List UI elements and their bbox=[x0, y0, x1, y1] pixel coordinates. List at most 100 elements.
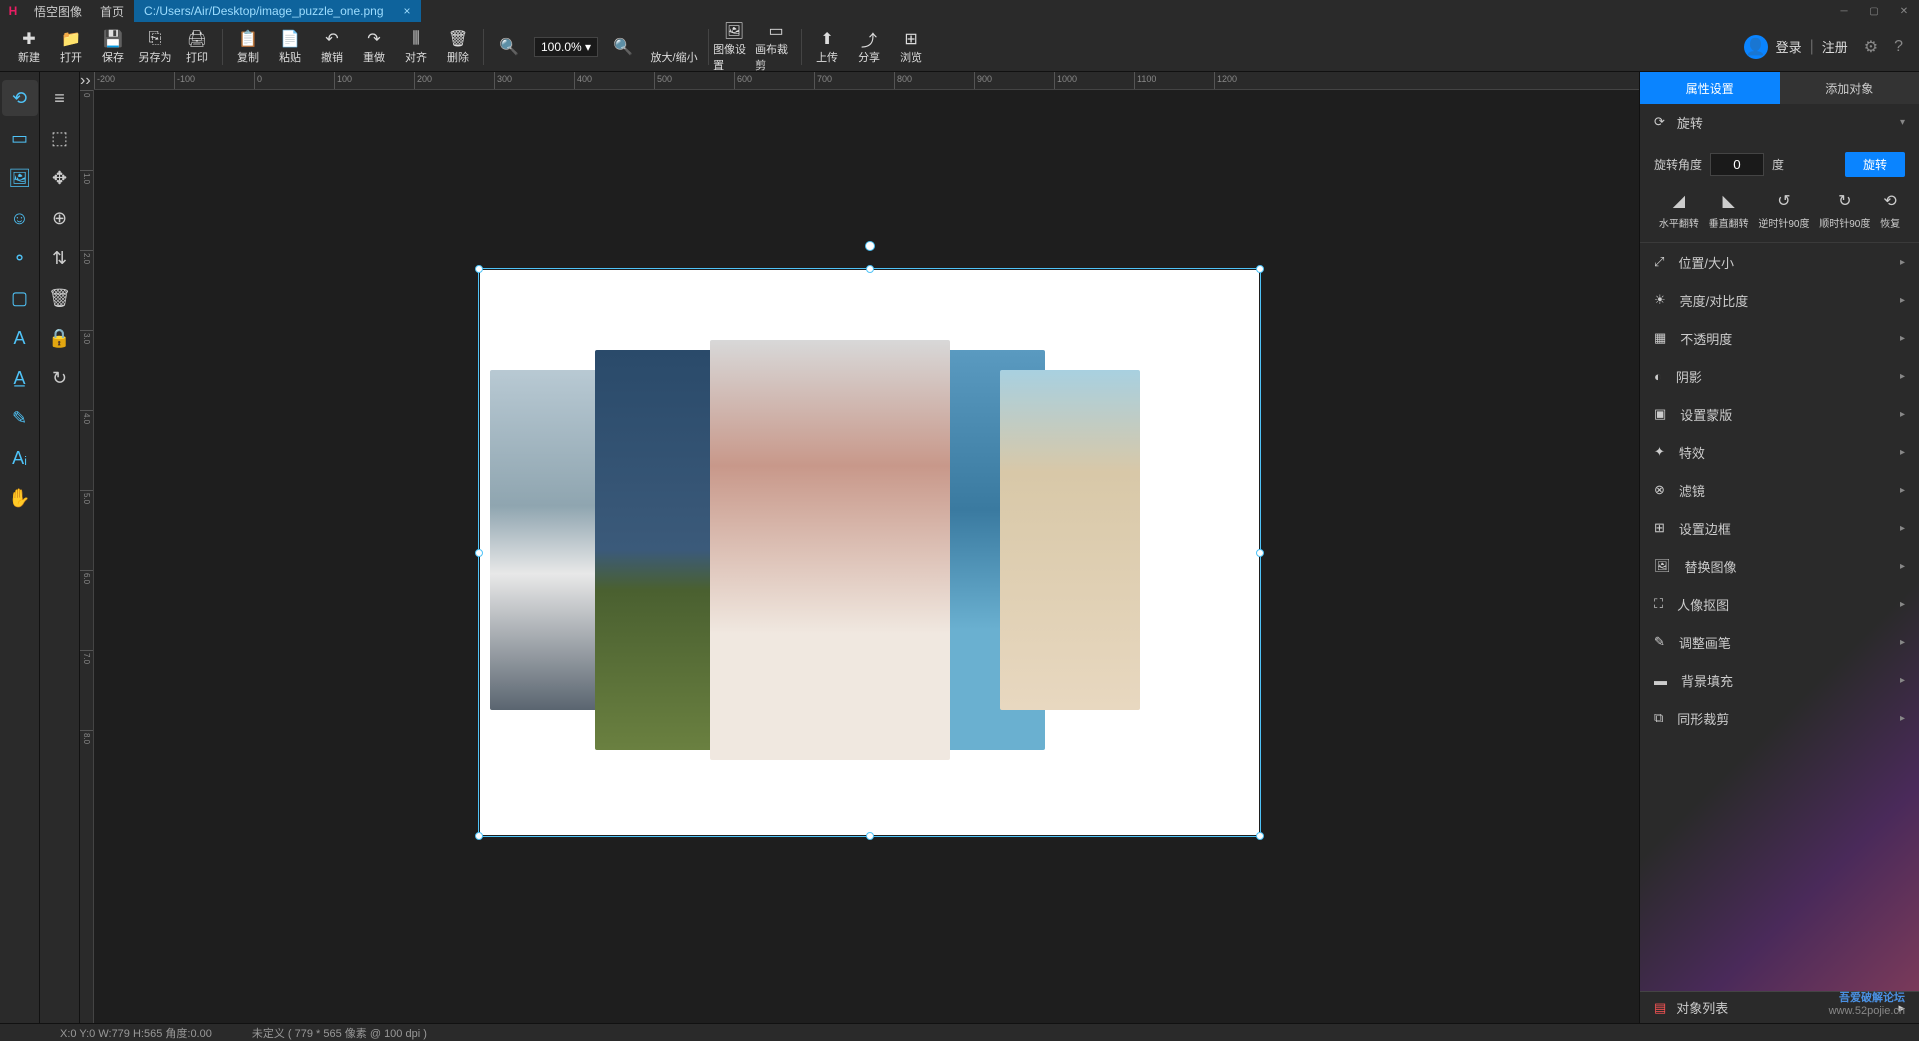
layer-tool-4[interactable]: ⇅ bbox=[42, 240, 78, 276]
register-link[interactable]: 注册 bbox=[1822, 37, 1848, 56]
tool-9[interactable]: Aᵢ bbox=[2, 440, 38, 476]
toolbar-icon: ↶ bbox=[325, 29, 338, 49]
tab-properties[interactable]: 属性设置 bbox=[1640, 72, 1780, 104]
collage-image-5[interactable] bbox=[1000, 370, 1140, 710]
angle-input[interactable] bbox=[1710, 153, 1764, 176]
tab-close-icon[interactable]: × bbox=[404, 4, 411, 18]
avatar-icon[interactable]: 👤 bbox=[1744, 35, 1768, 59]
toolbar-图像设置[interactable]: 🖼图像设置 bbox=[713, 23, 755, 71]
toolbar-分享[interactable]: ⤴分享 bbox=[848, 23, 890, 71]
handle-s[interactable] bbox=[866, 832, 874, 840]
layer-tool-3[interactable]: ⊕ bbox=[42, 200, 78, 236]
tool-1[interactable]: ▭ bbox=[2, 120, 38, 156]
rotate-action-icon: ◢ bbox=[1673, 191, 1685, 211]
toolbar-重做[interactable]: ↷重做 bbox=[353, 23, 395, 71]
layer-tool-6[interactable]: 🔒 bbox=[42, 320, 78, 356]
rotate-action-逆时针90度[interactable]: ↺逆时针90度 bbox=[1758, 191, 1809, 230]
layer-tool-1[interactable]: ⬚ bbox=[42, 120, 78, 156]
rotate-action-垂直翻转[interactable]: ◣垂直翻转 bbox=[1709, 191, 1749, 230]
rotate-action-顺时针90度[interactable]: ↻顺时针90度 bbox=[1819, 191, 1870, 230]
artboard[interactable] bbox=[480, 270, 1259, 835]
window-close-icon[interactable]: ✕ bbox=[1889, 0, 1919, 22]
toolbar-保存[interactable]: 💾保存 bbox=[92, 23, 134, 71]
property-滤镜[interactable]: ⊗滤镜▸ bbox=[1640, 471, 1919, 509]
layer-tool-5[interactable]: 🗑 bbox=[42, 280, 78, 316]
property-label: 背景填充 bbox=[1681, 671, 1733, 690]
tool-7[interactable]: A̲ bbox=[2, 360, 38, 396]
tool-4[interactable]: ⚬ bbox=[2, 240, 38, 276]
image-collage[interactable] bbox=[490, 340, 1249, 765]
handle-sw[interactable] bbox=[475, 832, 483, 840]
property-位置/大小[interactable]: ⤢位置/大小▸ bbox=[1640, 243, 1919, 281]
zoom-input[interactable]: 100.0% ▾ bbox=[534, 37, 598, 57]
collage-image-1[interactable] bbox=[490, 370, 610, 710]
tab-add-object[interactable]: 添加对象 bbox=[1780, 72, 1919, 104]
rotate-handle[interactable] bbox=[865, 241, 875, 251]
toolbar-另存为[interactable]: ⎘另存为 bbox=[134, 23, 176, 71]
login-link[interactable]: 登录 bbox=[1776, 37, 1802, 56]
handle-ne[interactable] bbox=[1256, 265, 1264, 273]
handle-se[interactable] bbox=[1256, 832, 1264, 840]
property-设置边框[interactable]: ⊞设置边框▸ bbox=[1640, 509, 1919, 547]
tool-5[interactable]: ▢ bbox=[2, 280, 38, 316]
rotate-action-icon: ↻ bbox=[1838, 191, 1851, 211]
property-亮度/对比度[interactable]: ☀亮度/对比度▸ bbox=[1640, 281, 1919, 319]
ruler-tick: 6.0 bbox=[80, 570, 93, 650]
ruler-corner: ›› bbox=[80, 72, 94, 90]
rotate-action-icon: ◣ bbox=[1722, 191, 1734, 211]
tool-3[interactable]: ☺ bbox=[2, 200, 38, 236]
rotate-button[interactable]: 旋转 bbox=[1845, 152, 1905, 177]
property-不透明度[interactable]: ▦不透明度▸ bbox=[1640, 319, 1919, 357]
window-maximize-icon[interactable]: ▢ bbox=[1859, 0, 1889, 22]
layer-tool-2[interactable]: ✥ bbox=[42, 160, 78, 196]
tool-0[interactable]: ⟲ bbox=[2, 80, 38, 116]
handle-n[interactable] bbox=[866, 265, 874, 273]
layer-tool-7[interactable]: ↻ bbox=[42, 360, 78, 396]
toolbar-上传[interactable]: ⬆上传 bbox=[806, 23, 848, 71]
toolbar-放大/缩小[interactable]: 放大/缩小 bbox=[644, 23, 704, 71]
toolbar-label: 重做 bbox=[363, 49, 385, 65]
gear-icon[interactable]: ⚙ bbox=[1864, 37, 1878, 57]
tab-file[interactable]: C:/Users/Air/Desktop/image_puzzle_one.pn… bbox=[134, 0, 420, 22]
property-同形裁剪[interactable]: ⧉同形裁剪▸ bbox=[1640, 699, 1919, 737]
toolbar-打开[interactable]: 📁打开 bbox=[50, 23, 92, 71]
property-label: 位置/大小 bbox=[1678, 253, 1734, 272]
toolbar-画布裁剪[interactable]: ▭画布裁剪 bbox=[755, 23, 797, 71]
tool-8[interactable]: ✎ bbox=[2, 400, 38, 436]
tab-home[interactable]: 首页 bbox=[90, 3, 134, 20]
toolbar-浏览[interactable]: ⊞浏览 bbox=[890, 23, 932, 71]
property-背景填充[interactable]: ▬背景填充▸ bbox=[1640, 661, 1919, 699]
toolbar-删除[interactable]: 🗑删除 bbox=[437, 23, 479, 71]
canvas-area[interactable]: ›› -200-10001002003004005006007008009001… bbox=[80, 72, 1639, 1023]
property-替换图像[interactable]: 🖼替换图像▸ bbox=[1640, 547, 1919, 585]
property-调整画笔[interactable]: ✎调整画笔▸ bbox=[1640, 623, 1919, 661]
zoom-out-icon[interactable]: 🔍 bbox=[488, 23, 530, 71]
ruler-horizontal: -200-10001002003004005006007008009001000… bbox=[94, 72, 1639, 90]
zoom-in-icon[interactable]: 🔍 bbox=[602, 23, 644, 71]
property-特效[interactable]: ✦特效▸ bbox=[1640, 433, 1919, 471]
tool-2[interactable]: 🖼 bbox=[2, 160, 38, 196]
rotate-action-icon: ↺ bbox=[1777, 191, 1790, 211]
handle-e[interactable] bbox=[1256, 549, 1264, 557]
rotate-action-恢复[interactable]: ⟲恢复 bbox=[1880, 191, 1900, 230]
toolbar-打印[interactable]: 🖨打印 bbox=[176, 23, 218, 71]
window-minimize-icon[interactable]: ─ bbox=[1829, 0, 1859, 22]
rotate-action-label: 水平翻转 bbox=[1659, 215, 1699, 230]
toolbar-撤销[interactable]: ↶撤销 bbox=[311, 23, 353, 71]
tool-6[interactable]: A bbox=[2, 320, 38, 356]
help-icon[interactable]: ? bbox=[1894, 38, 1903, 56]
toolbar-对齐[interactable]: ⫼对齐 bbox=[395, 23, 437, 71]
section-rotate-header[interactable]: ⟳ 旋转 ▾ bbox=[1640, 104, 1919, 140]
handle-nw[interactable] bbox=[475, 265, 483, 273]
toolbar-复制[interactable]: 📋复制 bbox=[227, 23, 269, 71]
handle-w[interactable] bbox=[475, 549, 483, 557]
property-设置蒙版[interactable]: ▣设置蒙版▸ bbox=[1640, 395, 1919, 433]
rotate-action-水平翻转[interactable]: ◢ 水平翻转 bbox=[1659, 191, 1699, 230]
property-人像抠图[interactable]: ⛶人像抠图▸ bbox=[1640, 585, 1919, 623]
toolbar-粘贴[interactable]: 📄粘贴 bbox=[269, 23, 311, 71]
toolbar-新建[interactable]: ✚新建 bbox=[8, 23, 50, 71]
tool-10[interactable]: ✋ bbox=[2, 480, 38, 516]
property-阴影[interactable]: ◐阴影▸ bbox=[1640, 357, 1919, 395]
collage-image-3[interactable] bbox=[710, 340, 950, 760]
layer-tool-0[interactable]: ≡ bbox=[42, 80, 78, 116]
